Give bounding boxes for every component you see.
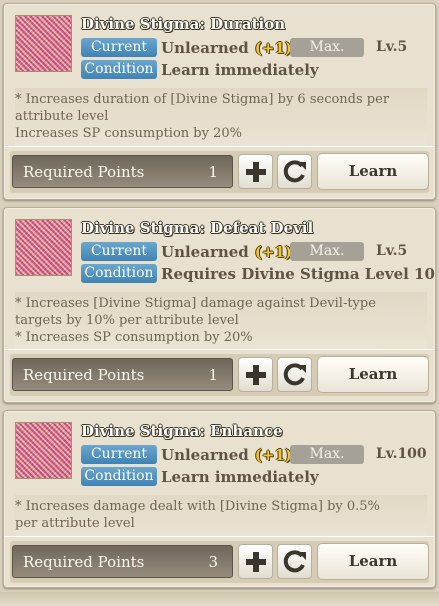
condition-value: Learn immediately xyxy=(161,468,319,486)
required-points-label: Required Points xyxy=(23,366,145,384)
max-level: Lv.100 xyxy=(376,446,427,462)
add-point-button[interactable] xyxy=(238,357,273,392)
panel-bottom-edge xyxy=(0,592,439,606)
max-tag: Max. xyxy=(290,445,364,464)
current-value: Unlearned (+1) xyxy=(161,39,292,57)
current-tag: Current xyxy=(81,445,157,464)
attribute-card-enhance: Divine Stigma: Enhance Current Unlearned… xyxy=(3,410,436,588)
reset-button[interactable] xyxy=(277,154,312,189)
current-tag: Current xyxy=(81,38,157,57)
attribute-description: * Increases duration of [Divine Stigma] … xyxy=(15,88,427,146)
learn-bar: Required Points 1 Learn xyxy=(10,151,429,193)
skill-icon xyxy=(15,219,72,276)
bonus-level: (+1) xyxy=(254,39,292,57)
description-line: targets by 10% per attribute level xyxy=(15,313,239,328)
skill-icon xyxy=(15,15,72,72)
attribute-title: Divine Stigma: Enhance xyxy=(81,422,283,440)
attribute-card-duration: Divine Stigma: Duration Current Unlearne… xyxy=(3,3,436,200)
attribute-card-defeat-devil: Divine Stigma: Defeat Devil Current Unle… xyxy=(3,207,436,403)
condition-tag: Condition xyxy=(81,264,157,283)
divider xyxy=(4,146,435,147)
description-line: * Increases damage dealt with [Divine St… xyxy=(15,499,380,514)
required-points-box: Required Points 1 xyxy=(12,155,233,188)
description-line: attribute level xyxy=(15,109,109,124)
attribute-description: * Increases [Divine Stigma] damage again… xyxy=(15,292,427,350)
current-status: Unlearned xyxy=(161,39,249,57)
description-line: per attribute level xyxy=(15,516,135,531)
learn-button[interactable]: Learn xyxy=(317,356,429,393)
reset-icon xyxy=(283,362,306,385)
add-point-button[interactable] xyxy=(238,154,273,189)
current-value: Unlearned (+1) xyxy=(161,243,292,261)
required-points-label: Required Points xyxy=(23,163,145,181)
required-points-box: Required Points 3 xyxy=(12,545,233,578)
bonus-level: (+1) xyxy=(254,446,292,464)
plus-icon xyxy=(245,551,266,572)
current-tag: Current xyxy=(81,242,157,261)
learn-bar: Required Points 3 Learn xyxy=(10,541,429,583)
plus-icon xyxy=(245,364,266,385)
attribute-title: Divine Stigma: Duration xyxy=(81,15,286,33)
max-level: Lv.5 xyxy=(376,243,408,259)
description-line: * Increases SP consumption by 20% xyxy=(15,330,253,345)
reset-button[interactable] xyxy=(277,544,312,579)
condition-value: Learn immediately xyxy=(161,61,319,79)
description-line: Increases SP consumption by 20% xyxy=(15,126,242,141)
attribute-title: Divine Stigma: Defeat Devil xyxy=(81,219,314,237)
current-status: Unlearned xyxy=(161,243,249,261)
divider xyxy=(4,536,435,537)
learn-button[interactable]: Learn xyxy=(317,153,429,190)
reset-icon xyxy=(283,549,306,572)
description-line: * Increases duration of [Divine Stigma] … xyxy=(15,92,390,107)
condition-tag: Condition xyxy=(81,60,157,79)
condition-tag: Condition xyxy=(81,467,157,486)
required-points-value: 3 xyxy=(208,553,218,571)
divider xyxy=(4,349,435,350)
bonus-level: (+1) xyxy=(254,243,292,261)
condition-value: Requires Divine Stigma Level 10 xyxy=(161,265,435,283)
learn-button[interactable]: Learn xyxy=(317,543,429,580)
required-points-label: Required Points xyxy=(23,553,145,571)
attribute-description: * Increases damage dealt with [Divine St… xyxy=(15,495,427,536)
required-points-value: 1 xyxy=(208,366,218,384)
required-points-box: Required Points 1 xyxy=(12,358,233,391)
max-tag: Max. xyxy=(290,242,364,261)
learn-bar: Required Points 1 Learn xyxy=(10,354,429,396)
max-level: Lv.5 xyxy=(376,39,408,55)
skill-icon xyxy=(15,422,72,479)
max-tag: Max. xyxy=(290,38,364,57)
add-point-button[interactable] xyxy=(238,544,273,579)
required-points-value: 1 xyxy=(208,163,218,181)
reset-icon xyxy=(283,159,306,182)
plus-icon xyxy=(245,161,266,182)
current-value: Unlearned (+1) xyxy=(161,446,292,464)
description-line: * Increases [Divine Stigma] damage again… xyxy=(15,296,376,311)
current-status: Unlearned xyxy=(161,446,249,464)
reset-button[interactable] xyxy=(277,357,312,392)
